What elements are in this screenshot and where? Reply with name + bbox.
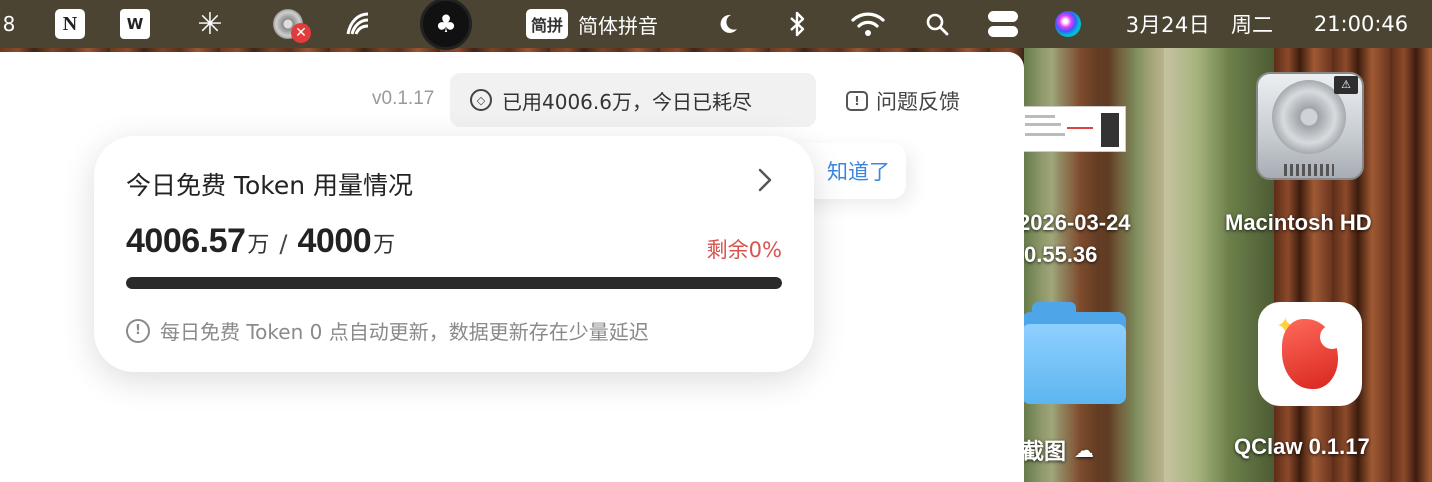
control-center-icon[interactable] xyxy=(986,0,1020,48)
card-note: ! 每日免费 Token 0 点自动更新，数据更新存在少量延迟 xyxy=(126,316,649,345)
pen-icon[interactable] xyxy=(340,0,376,48)
token-usage-card[interactable]: 今日免费 Token 用量情况 4006.57 万 / 4000 万 剩余0% … xyxy=(94,136,814,372)
screenshot-thumbnail[interactable] xyxy=(1018,106,1126,152)
token-icon: ◇ xyxy=(470,89,492,111)
remaining-label: 剩余0% xyxy=(706,238,782,262)
got-it-label: 知道了 xyxy=(827,160,890,184)
card-note-text: 每日免费 Token 0 点自动更新，数据更新存在少量延迟 xyxy=(160,320,649,344)
chevron-right-icon[interactable] xyxy=(756,166,774,201)
tree-icon[interactable]: ♣ xyxy=(418,0,474,50)
folder-label-text: 截图 xyxy=(1022,439,1067,464)
wps-letter: W xyxy=(120,9,150,39)
limit-value: 4000 xyxy=(297,222,372,260)
version-label: v0.1.17 xyxy=(372,88,435,109)
limit-unit: 万 xyxy=(373,233,396,258)
card-title: 今日免费 Token 用量情况 xyxy=(126,171,414,200)
usage-chip-text: 已用4006.6万，今日已耗尽 xyxy=(502,89,752,114)
info-icon: ! xyxy=(126,318,150,343)
ime-label: 简体拼音 xyxy=(578,13,659,38)
search-icon[interactable] xyxy=(922,0,952,48)
folder-icon[interactable] xyxy=(1022,302,1126,404)
menu-bar: 8 N W ✳ ✕ ♣ 简拼 简体拼音 3月24日 周二 21:00:46 xyxy=(0,0,1432,50)
wifi-icon[interactable] xyxy=(848,0,888,48)
feedback-label: 问题反馈 xyxy=(876,90,960,114)
ime-badge: 简拼 xyxy=(526,9,569,39)
notion-icon[interactable]: N xyxy=(52,0,88,48)
menubar-time[interactable]: 21:00:46 xyxy=(1290,0,1432,48)
input-method-menu[interactable]: 简拼 简体拼音 xyxy=(526,0,674,48)
usage-progress-bar xyxy=(126,277,782,289)
folder-label[interactable]: 截图 ☁ xyxy=(1022,434,1094,466)
hard-drive-icon[interactable]: ⚠ xyxy=(1254,70,1366,182)
feedback-button[interactable]: ! 问题反馈 xyxy=(846,86,960,116)
qclaw-label[interactable]: QClaw 0.1.17 xyxy=(1234,434,1370,460)
moon-icon[interactable] xyxy=(712,0,744,48)
used-unit: 万 xyxy=(247,233,270,258)
feedback-icon: ! xyxy=(846,91,868,111)
hd-label[interactable]: Macintosh HD xyxy=(1225,210,1372,236)
menubar-digit: 8 xyxy=(2,12,16,36)
qclaw-app-icon[interactable]: ✦ xyxy=(1258,302,1362,406)
usage-chip[interactable]: ◇ 已用4006.6万，今日已耗尽 xyxy=(450,73,816,127)
notion-letter: N xyxy=(55,9,85,39)
disc-error-icon[interactable]: ✕ xyxy=(264,0,312,48)
menubar-weekday[interactable]: 周二 xyxy=(1224,0,1280,48)
usage-line: 4006.57 万 / 4000 万 xyxy=(126,222,395,261)
menubar-date[interactable]: 3月24日 xyxy=(1112,0,1224,48)
screenshot-label-line1[interactable]: 2026-03-24 xyxy=(1018,210,1131,236)
usage-progress-fill xyxy=(126,277,782,289)
siri-icon[interactable] xyxy=(1052,0,1084,48)
usage-slash: / xyxy=(279,230,288,258)
bluetooth-icon[interactable] xyxy=(782,0,812,48)
used-value: 4006.57 xyxy=(126,222,246,260)
wps-icon[interactable]: W xyxy=(117,0,153,48)
cloud-icon: ☁ xyxy=(1074,439,1095,462)
burst-icon[interactable]: ✳ xyxy=(192,0,228,48)
screenshot-label-line2[interactable]: 0.55.36 xyxy=(1024,242,1097,268)
